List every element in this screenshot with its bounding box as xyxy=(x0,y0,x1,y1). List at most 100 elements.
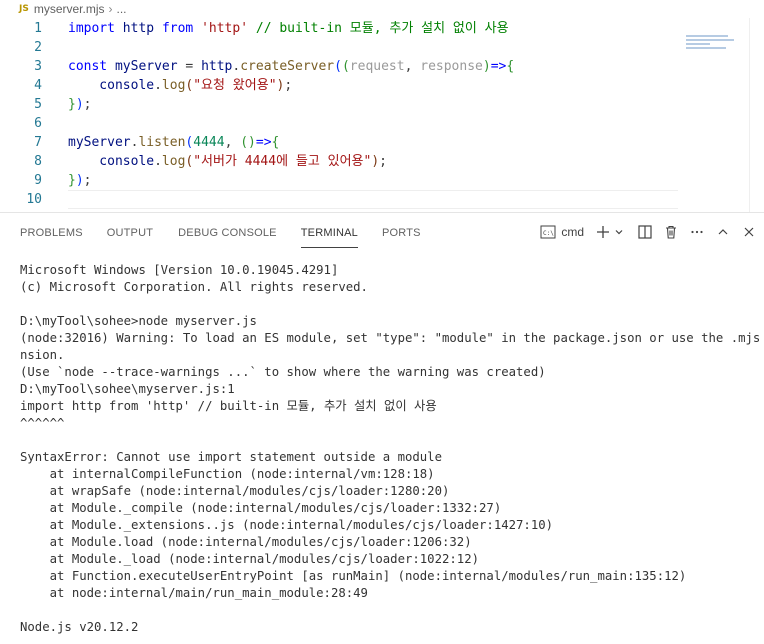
code-token: ( xyxy=(341,59,350,74)
code-token: } xyxy=(68,173,76,188)
svg-text:C:\: C:\ xyxy=(543,230,554,237)
tab-ports[interactable]: PORTS xyxy=(382,217,421,247)
close-panel-button[interactable] xyxy=(742,225,756,239)
terminal-line: at wrapSafe (node:internal/modules/cjs/l… xyxy=(20,484,450,498)
breadcrumb: JS myserver.mjs › ... xyxy=(0,0,764,18)
kill-terminal-button[interactable] xyxy=(664,225,678,239)
code-token: // built-in 모듈, 추가 설치 없이 사용 xyxy=(248,21,509,36)
code-line[interactable]: 3 const myServer = http.createServer((req… xyxy=(0,57,680,76)
code-text: import http from 'http' // built-in 모듈, … xyxy=(68,19,509,38)
split-terminal-button[interactable] xyxy=(638,225,652,239)
code-line[interactable]: 10 xyxy=(0,190,680,209)
split-icon xyxy=(638,225,652,239)
terminal-line: at Module._extensions..js (node:internal… xyxy=(20,518,554,532)
panel-actions: C:\ cmd xyxy=(531,213,756,251)
code-line[interactable]: 1 import http from 'http' // built-in 모듈,… xyxy=(0,19,680,38)
close-icon xyxy=(744,227,754,237)
code-text: }); xyxy=(68,95,91,114)
line-number: 10 xyxy=(26,192,42,207)
code-editor[interactable]: 1 import http from 'http' // built-in 모듈,… xyxy=(0,18,764,212)
code-text: myServer.listen(4444, ()=>{ xyxy=(68,133,279,152)
terminal-output[interactable]: Microsoft Windows [Version 10.0.19045.42… xyxy=(20,262,760,636)
tab-output[interactable]: OUTPUT xyxy=(107,217,153,247)
javascript-file-icon: JS xyxy=(19,4,29,14)
code-token: , xyxy=(404,59,421,74)
terminal-line: (Use `node --trace-warnings ...` to show… xyxy=(20,365,546,379)
line-number: 8 xyxy=(34,154,42,169)
maximize-panel-button[interactable] xyxy=(716,225,730,239)
code-line[interactable]: 7 myServer.listen(4444, ()=>{ xyxy=(0,133,680,152)
code-line[interactable]: 6 xyxy=(0,114,680,133)
terminal-line: at Module._compile (node:internal/module… xyxy=(20,501,502,515)
terminal-line: import http from 'http' // built-in 모듈, … xyxy=(20,399,437,413)
code-token: } xyxy=(68,97,76,112)
tab-debug-console[interactable]: DEBUG CONSOLE xyxy=(178,217,277,247)
terminal-line: (node:32016) Warning: To load an ES modu… xyxy=(20,331,764,345)
code-token: . xyxy=(154,154,162,169)
code-line[interactable]: 2 xyxy=(0,38,680,57)
code-token: log xyxy=(161,154,186,169)
code-token: . xyxy=(154,78,162,93)
code-token: () xyxy=(240,135,256,150)
code-token: => xyxy=(255,135,272,150)
code-token: { xyxy=(506,59,515,74)
breadcrumb-file[interactable]: myserver.mjs xyxy=(34,2,105,16)
code-token: ) xyxy=(371,154,380,169)
code-text: console.log("요청 왔어용"); xyxy=(68,76,292,95)
code-token: response xyxy=(420,59,483,74)
terminal-line: nsion. xyxy=(20,348,65,362)
code-line[interactable]: 4 console.log("요청 왔어용"); xyxy=(0,76,680,95)
code-token: ( xyxy=(334,59,342,74)
line-number: 3 xyxy=(34,59,42,74)
trash-icon xyxy=(666,225,676,239)
plus-icon xyxy=(597,226,609,238)
code-token: , xyxy=(224,135,241,150)
code-line[interactable]: 5}); xyxy=(0,95,680,114)
code-token: console xyxy=(68,78,155,93)
terminal-line: D:\myTool\sohee>node myserver.js xyxy=(20,314,257,328)
terminal-line: at Function.executeUserEntryPoint [as ru… xyxy=(20,569,687,583)
tab-problems[interactable]: PROBLEMS xyxy=(20,217,83,247)
terminal-line: at Module._load (node:internal/modules/c… xyxy=(20,552,480,566)
tab-terminal[interactable]: TERMINAL xyxy=(300,217,358,248)
code-token: log xyxy=(161,78,186,93)
chevron-up-icon xyxy=(718,229,728,235)
more-actions-button[interactable] xyxy=(690,225,704,239)
terminal-profile[interactable]: C:\ cmd xyxy=(540,225,584,239)
line-number: 1 xyxy=(34,21,42,36)
code-line[interactable]: 9}); xyxy=(0,171,680,190)
code-text: console.log("서버가 4444에 들고 있어용"); xyxy=(68,152,387,171)
terminal-line: SyntaxError: Cannot use import statement… xyxy=(20,450,442,464)
line-number: 5 xyxy=(34,97,42,112)
code-token: 'http' xyxy=(201,21,249,36)
code-token: listen xyxy=(138,135,186,150)
terminal-line: ^^^^^^ xyxy=(20,416,65,430)
minimap[interactable] xyxy=(686,35,736,57)
terminal-icon: C:\ xyxy=(540,225,556,239)
code-line[interactable]: 8 console.log("서버가 4444에 들고 있어용"); xyxy=(0,152,680,171)
code-token: import xyxy=(68,21,115,36)
terminal-line: (c) Microsoft Corporation. All rights re… xyxy=(20,280,368,294)
code-token: ) xyxy=(482,59,491,74)
terminal-kind-label: cmd xyxy=(561,225,584,239)
code-token: ) xyxy=(75,173,84,188)
line-number: 4 xyxy=(34,78,42,93)
code-token: from xyxy=(161,21,194,36)
terminal-line: Microsoft Windows [Version 10.0.19045.42… xyxy=(20,263,339,277)
code-token: ; xyxy=(83,97,92,112)
chevron-down-icon xyxy=(615,230,623,235)
terminal-line: at internalCompileFunction (node:interna… xyxy=(20,467,435,481)
new-terminal-button[interactable] xyxy=(596,225,610,239)
editor-scrollbar[interactable] xyxy=(749,18,764,212)
line-number: 7 xyxy=(34,135,42,150)
code-token: ; xyxy=(83,173,92,188)
code-token: = xyxy=(185,59,202,74)
code-token: const xyxy=(68,59,108,74)
terminal-dropdown-button[interactable] xyxy=(614,227,624,237)
code-token: http xyxy=(201,59,233,74)
line-number: 9 xyxy=(34,173,42,188)
breadcrumb-symbols[interactable]: ... xyxy=(117,2,127,16)
